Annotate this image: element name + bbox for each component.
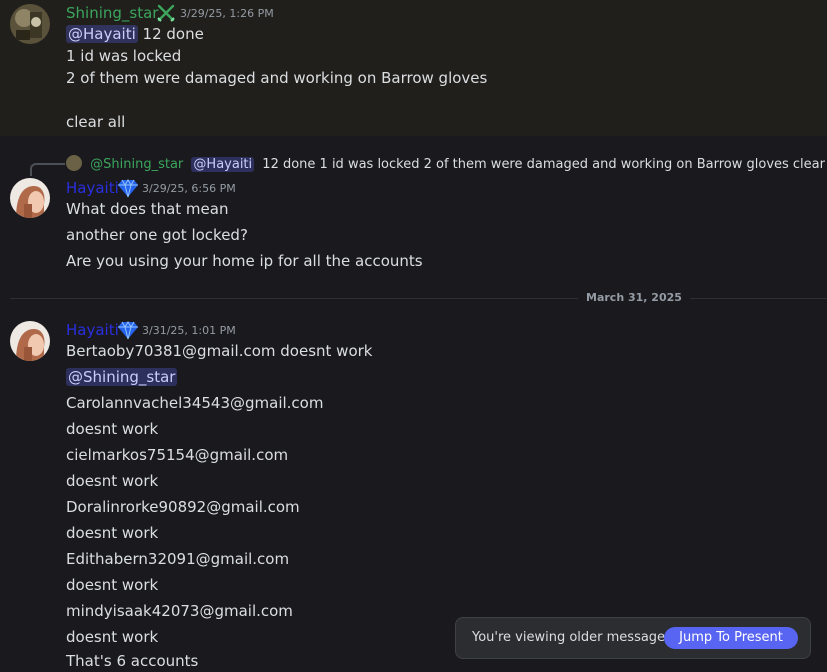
avatar[interactable] — [10, 4, 50, 44]
message-line: @Hayaiti 12 done — [66, 25, 204, 43]
message-line: another one got locked? — [66, 226, 248, 244]
avatar[interactable] — [10, 178, 50, 218]
message-line: clear all — [66, 113, 126, 131]
author-name[interactable]: Shining_star — [66, 3, 158, 23]
reply-author[interactable]: @Shining_star — [90, 157, 183, 172]
message-line: Doralinrorke90892@gmail.com — [66, 498, 300, 516]
timestamp[interactable]: 3/29/25, 1:26 PM — [180, 6, 274, 22]
jump-to-present-button[interactable]: Jump To Present — [664, 627, 798, 649]
message-line: 2 of them were damaged and working on Ba… — [66, 69, 488, 87]
reply-preview[interactable]: @Shining_star @Hayaiti 12 done 1 id was … — [66, 155, 827, 173]
message-line: Edithabern32091@gmail.com — [66, 550, 290, 568]
older-messages-text: You're viewing older messages — [472, 630, 672, 645]
timestamp[interactable]: 3/29/25, 6:56 PM — [142, 181, 236, 197]
message-line: That's 6 accounts — [66, 652, 199, 670]
avatar[interactable] — [10, 321, 50, 361]
older-messages-bar: You're viewing older messages Jump To Pr… — [455, 617, 811, 659]
message-line: What does that mean — [66, 200, 229, 218]
author-name[interactable]: Hayaiti — [66, 178, 119, 198]
message-line: Are you using your home ip for all the a… — [66, 252, 423, 270]
date-divider — [10, 298, 827, 299]
timestamp[interactable]: 3/31/25, 1:01 PM — [142, 323, 236, 339]
message-line: doesnt work — [66, 524, 159, 542]
mention[interactable]: @Hayaiti — [66, 25, 138, 43]
crossed-swords-icon[interactable] — [156, 3, 176, 23]
message-group: Shining_star 3/29/25, 1:26 PM @Hayaiti 1… — [0, 0, 827, 136]
message-line: Bertaoby70381@gmail.com doesnt work — [66, 342, 373, 360]
reply-avatar — [66, 155, 82, 171]
diamond-icon[interactable] — [117, 178, 138, 198]
message-line: 1 id was locked — [66, 47, 182, 65]
message-line: Carolannvachel34543@gmail.com — [66, 394, 324, 412]
reply-mention[interactable]: @Hayaiti — [191, 157, 255, 172]
mention[interactable]: @Shining_star — [66, 368, 178, 386]
message-line: doesnt work — [66, 472, 159, 490]
message-line: mindyisaak42073@gmail.com — [66, 602, 293, 620]
message-line: cielmarkos75154@gmail.com — [66, 446, 289, 464]
date-divider-label: March 31, 2025 — [578, 290, 690, 306]
message-line: @Shining_star — [66, 366, 178, 388]
diamond-icon[interactable] — [117, 320, 138, 340]
author-name[interactable]: Hayaiti — [66, 320, 119, 340]
reply-text: 12 done 1 id was locked 2 of them were d… — [262, 157, 827, 172]
chat-view: Shining_star 3/29/25, 1:26 PM @Hayaiti 1… — [0, 0, 827, 672]
message-line: doesnt work — [66, 628, 159, 646]
reply-spine — [30, 163, 65, 176]
message-line: doesnt work — [66, 576, 159, 594]
message-line: doesnt work — [66, 420, 159, 438]
